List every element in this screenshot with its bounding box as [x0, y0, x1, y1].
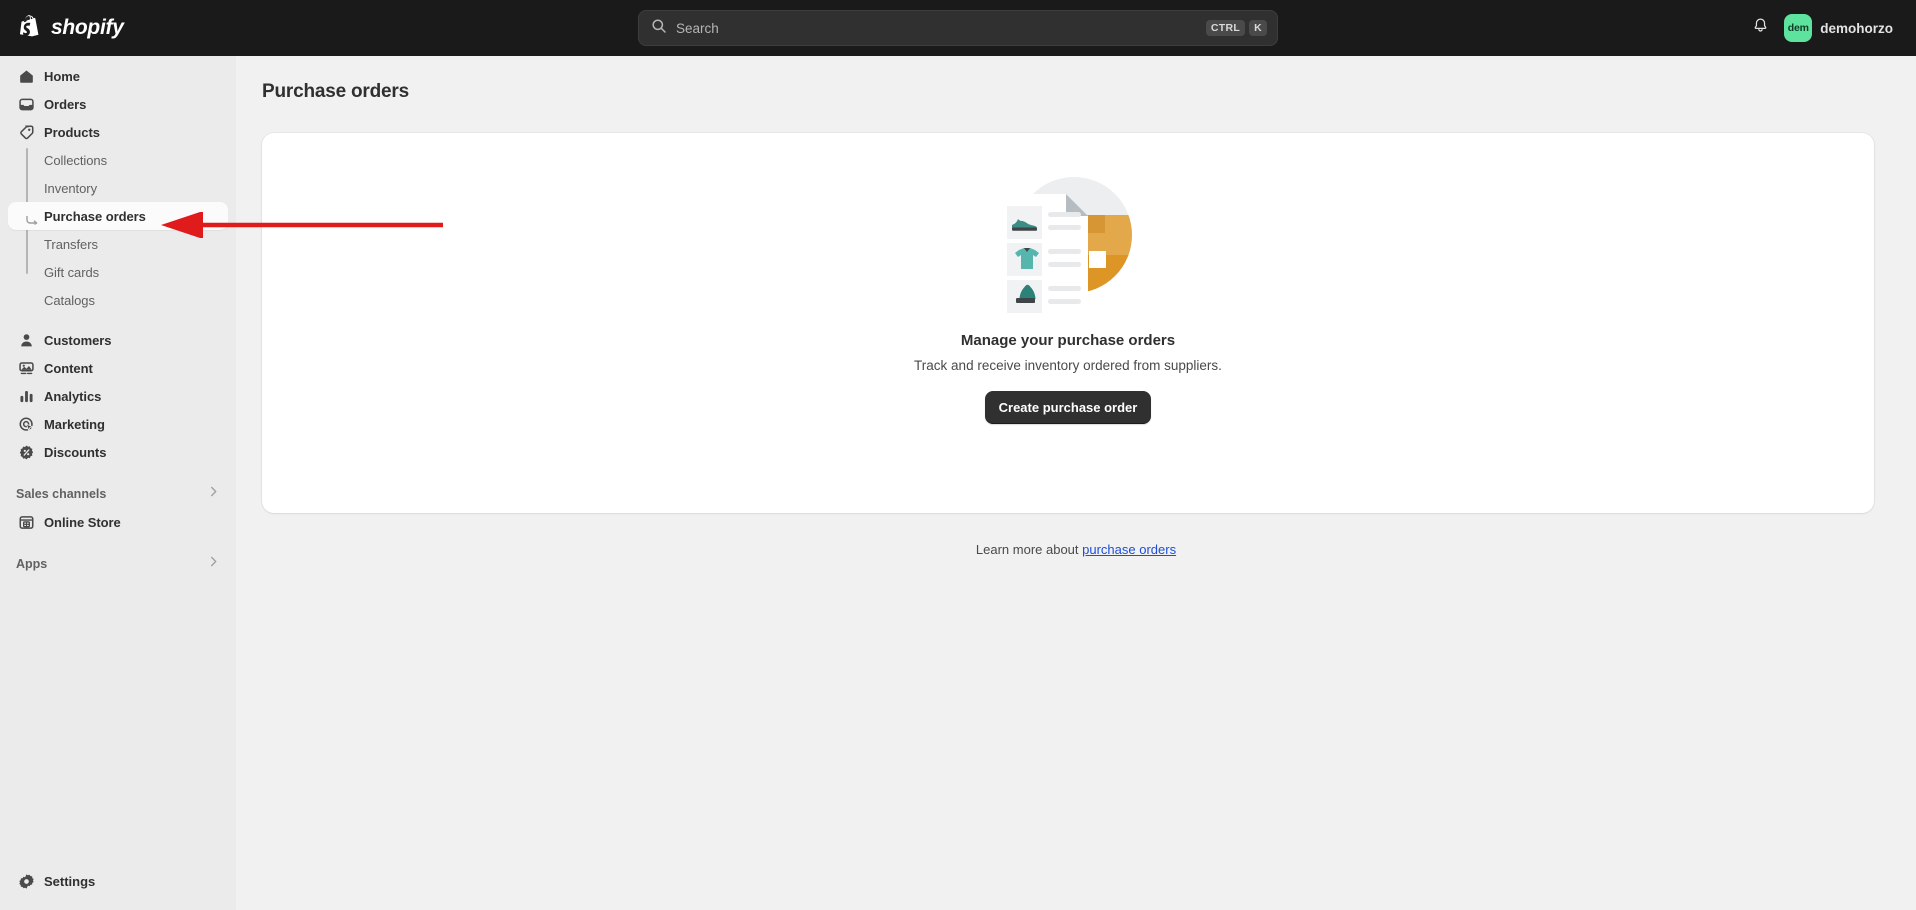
sidebar-subitem-label: Purchase orders: [44, 209, 146, 224]
sidebar-item-label: Customers: [44, 333, 111, 348]
sidebar-subitem-label: Transfers: [44, 237, 98, 252]
sidebar-item-inventory[interactable]: Inventory: [8, 174, 228, 202]
analytics-bars-icon: [16, 386, 36, 406]
top-bar: shopify Search CTRL K dem: [0, 0, 1916, 56]
global-search[interactable]: Search CTRL K: [638, 10, 1278, 46]
sidebar-item-customers[interactable]: Customers: [8, 326, 228, 354]
search-shortcut-key: K: [1249, 20, 1267, 37]
page-title: Purchase orders: [262, 81, 409, 103]
shopify-logo[interactable]: shopify: [20, 0, 124, 56]
tree-elbow-arrow-icon: [26, 212, 38, 221]
sidebar-item-label: Analytics: [44, 389, 101, 404]
sidebar-item-label: Settings: [44, 874, 95, 889]
sidebar-section-label: Sales channels: [16, 487, 207, 501]
sidebar-subitem-label: Gift cards: [44, 265, 99, 280]
empty-state: Manage your purchase orders Track and re…: [262, 163, 1874, 424]
notifications-button[interactable]: [1744, 12, 1776, 44]
learn-more-text: Learn more about: [976, 542, 1082, 557]
chevron-right-icon: [207, 485, 220, 503]
search-placeholder: Search: [676, 21, 1202, 36]
create-purchase-order-button[interactable]: Create purchase order: [985, 391, 1152, 424]
sidebar-section-label: Apps: [16, 557, 207, 571]
nav-spacer: [8, 314, 228, 326]
empty-state-title: Manage your purchase orders: [961, 332, 1175, 349]
products-subnav: Collections Inventory Purchase orders Tr…: [8, 146, 228, 314]
gear-icon: [16, 871, 36, 891]
avatar: dem: [1784, 14, 1812, 42]
sidebar-item-collections[interactable]: Collections: [8, 146, 228, 174]
sidebar-item-products[interactable]: Products: [8, 118, 228, 146]
sidebar-item-label: Online Store: [44, 515, 121, 530]
top-bar-actions: dem demohorzo: [1744, 0, 1902, 56]
orders-inbox-icon: [16, 94, 36, 114]
purchase-order-document-box-illustration: [988, 163, 1148, 318]
customers-person-icon: [16, 330, 36, 350]
search-icon: [651, 18, 667, 39]
products-tag-icon: [16, 122, 36, 142]
shopify-bag-icon: [20, 15, 44, 41]
bell-icon: [1752, 17, 1769, 39]
user-name: demohorzo: [1820, 21, 1893, 36]
sidebar-item-label: Products: [44, 125, 100, 140]
sidebar-item-marketing[interactable]: Marketing: [8, 410, 228, 438]
sidebar-nav: Home Orders Products: [0, 56, 236, 850]
sidebar-item-transfers[interactable]: Transfers: [8, 230, 228, 258]
search-input[interactable]: Search CTRL K: [638, 10, 1278, 46]
sidebar-item-analytics[interactable]: Analytics: [8, 382, 228, 410]
sidebar-item-home[interactable]: Home: [8, 62, 228, 90]
user-menu-button[interactable]: dem demohorzo: [1780, 10, 1902, 46]
sidebar-item-catalogs[interactable]: Catalogs: [8, 286, 228, 314]
sidebar-item-online-store[interactable]: Online Store: [8, 508, 228, 536]
purchase-orders-card: Manage your purchase orders Track and re…: [262, 133, 1874, 513]
sidebar-item-label: Content: [44, 361, 93, 376]
chevron-right-icon: [207, 555, 220, 573]
brand-name: shopify: [51, 16, 124, 40]
sidebar-item-label: Marketing: [44, 417, 105, 432]
sidebar-subitem-label: Collections: [44, 153, 107, 168]
sidebar: Home Orders Products: [0, 56, 236, 910]
learn-more-footer: Learn more about purchase orders: [236, 542, 1916, 557]
sidebar-subitem-label: Catalogs: [44, 293, 95, 308]
discounts-badge-icon: [16, 442, 36, 462]
search-shortcut-modifier: CTRL: [1206, 20, 1245, 37]
sidebar-item-orders[interactable]: Orders: [8, 90, 228, 118]
sidebar-item-label: Orders: [44, 97, 86, 112]
sidebar-item-content[interactable]: Content: [8, 354, 228, 382]
sidebar-item-label: Discounts: [44, 445, 106, 460]
main-content: Purchase orders: [236, 56, 1916, 910]
sidebar-item-label: Home: [44, 69, 80, 84]
content-media-icon: [16, 358, 36, 378]
empty-state-subtitle: Track and receive inventory ordered from…: [914, 358, 1222, 373]
sidebar-section-apps[interactable]: Apps: [8, 550, 228, 578]
home-icon: [16, 66, 36, 86]
sidebar-item-purchase-orders[interactable]: Purchase orders: [8, 202, 228, 230]
purchase-orders-link[interactable]: purchase orders: [1082, 542, 1176, 557]
sidebar-subitem-label: Inventory: [44, 181, 97, 196]
sidebar-item-settings[interactable]: Settings: [8, 866, 228, 896]
sidebar-item-gift-cards[interactable]: Gift cards: [8, 258, 228, 286]
marketing-target-icon: [16, 414, 36, 434]
sidebar-item-discounts[interactable]: Discounts: [8, 438, 228, 466]
sidebar-section-sales-channels[interactable]: Sales channels: [8, 480, 228, 508]
online-store-icon: [16, 512, 36, 532]
